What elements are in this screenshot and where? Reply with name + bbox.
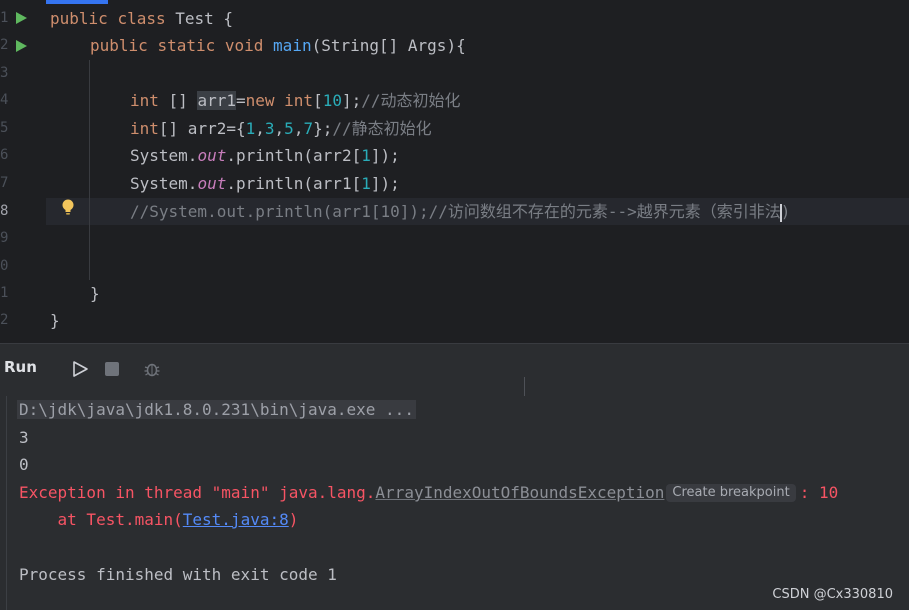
number-literal: 5 — [284, 119, 294, 138]
code-text: [ — [313, 91, 323, 110]
code-text: } — [50, 311, 60, 330]
stacktrace-line: at Test.main(Test.java:8) — [19, 506, 299, 533]
code-line-11[interactable]: } — [90, 280, 100, 307]
line-number: 6 — [0, 147, 8, 163]
number-literal: 10 — [322, 91, 342, 110]
exception-text: : 10 — [799, 483, 839, 502]
keyword: int — [130, 91, 159, 110]
line-number: 1 — [0, 285, 8, 301]
keyword: void — [224, 36, 264, 55]
keyword: new — [245, 91, 275, 110]
code-text: [] — [158, 91, 198, 110]
run-tool-window: Run D:\jdk\java\jdk1.8.0.231\bin\java.ex… — [0, 344, 909, 610]
code-text: , — [293, 119, 304, 138]
line-number: 3 — [0, 65, 8, 81]
watermark: CSDN @Cx330810 — [772, 587, 893, 602]
code-text: [] arr2={ — [158, 119, 246, 138]
comment: //静态初始化 — [332, 119, 432, 138]
code-text: System. — [130, 146, 198, 165]
number-literal: 1 — [361, 174, 371, 193]
run-class-icon[interactable] — [14, 11, 28, 25]
comment: //System.out.println(arr1[10]);//访问数组不存在… — [130, 202, 781, 221]
line-number: 4 — [0, 92, 8, 108]
stop-icon[interactable] — [103, 360, 121, 378]
run-panel-title[interactable]: Run — [4, 358, 37, 376]
code-text: , — [274, 119, 285, 138]
run-toolbar: Run — [0, 344, 909, 397]
lightbulb-icon[interactable] — [60, 198, 76, 216]
line-number: 1 — [0, 10, 8, 26]
console-line: 3 — [19, 428, 29, 447]
console-line: 0 — [19, 455, 29, 474]
console-output[interactable]: D:\jdk\java\jdk1.8.0.231\bin\java.exe ..… — [0, 396, 909, 610]
code-line-6[interactable]: System.out.println(arr2[1]); — [130, 142, 400, 169]
number-literal: 1 — [245, 119, 256, 138]
exception-class-link[interactable]: ArrayIndexOutOfBoundsException — [375, 483, 664, 502]
code-text: ]); — [370, 174, 400, 193]
exception-line: Exception in thread "main" java.lang.Arr… — [19, 479, 838, 506]
method-name: main — [273, 36, 312, 55]
exception-text: Exception in thread "main" java.lang. — [19, 483, 376, 502]
keyword: int — [130, 119, 159, 138]
code-editor[interactable]: 1 2 3 4 5 6 7 8 9 0 1 2 public class Tes… — [0, 0, 909, 343]
code-line-8[interactable]: //System.out.println(arr1[10]);//访问数组不存在… — [130, 198, 790, 225]
keyword: public — [50, 9, 108, 28]
code-text: }; — [313, 119, 333, 138]
run-main-icon[interactable] — [14, 39, 28, 53]
code-text: Test { — [165, 9, 234, 28]
code-line-1[interactable]: public class Test { — [50, 5, 233, 32]
line-number: 9 — [0, 230, 8, 246]
code-text: System. — [130, 174, 198, 193]
number-literal: 1 — [361, 146, 371, 165]
debug-icon[interactable] — [143, 360, 161, 378]
number-literal: 7 — [303, 119, 314, 138]
play-icon[interactable] — [71, 360, 89, 378]
stacktrace-text: ) — [288, 510, 299, 529]
highlighted-variable: arr1 — [197, 91, 236, 110]
toolbar-separator — [524, 377, 525, 397]
line-number: 5 — [0, 120, 8, 136]
code-text: } — [90, 284, 100, 303]
stacktrace-text: at Test.main( — [19, 510, 183, 529]
line-number: 2 — [0, 312, 8, 328]
comment: ) — [780, 202, 791, 221]
keyword: public — [90, 36, 148, 55]
code-line-12[interactable]: } — [50, 307, 60, 334]
create-breakpoint-button[interactable]: Create breakpoint — [666, 484, 796, 502]
static-field: out — [197, 146, 227, 165]
process-finished-line: Process finished with exit code 1 — [19, 565, 337, 584]
keyword: static — [157, 36, 216, 55]
code-text: (String[] Args){ — [311, 36, 466, 55]
line-number: 2 — [0, 37, 8, 53]
code-line-7[interactable]: System.out.println(arr1[1]); — [130, 170, 400, 197]
keyword: int — [284, 91, 314, 110]
code-line-5[interactable]: int[] arr2={1,3,5,7};//静态初始化 — [130, 115, 432, 142]
comment: //动态初始化 — [361, 91, 461, 110]
indent-guide — [89, 60, 90, 280]
line-number: 8 — [0, 203, 8, 219]
keyword: class — [117, 9, 166, 28]
console-left-border — [6, 396, 7, 610]
command-line[interactable]: D:\jdk\java\jdk1.8.0.231\bin\java.exe ..… — [17, 400, 416, 419]
line-gutter[interactable]: 1 2 3 4 5 6 7 8 9 0 1 2 — [0, 0, 46, 343]
source-link[interactable]: Test.java:8 — [183, 510, 289, 529]
code-text: = — [235, 91, 246, 110]
code-text: .println(arr2[ — [226, 146, 362, 165]
static-field: out — [197, 174, 227, 193]
code-text: , — [255, 119, 265, 138]
console-line: D:\jdk\java\jdk1.8.0.231\bin\java.exe ..… — [17, 396, 416, 423]
code-line-4[interactable]: int [] arr1=new int[10];//动态初始化 — [130, 87, 461, 114]
number-literal: 3 — [264, 119, 275, 138]
code-line-2[interactable]: public static void main(String[] Args){ — [90, 32, 466, 59]
line-number: 7 — [0, 175, 8, 191]
line-number: 0 — [0, 258, 8, 274]
code-text: .println(arr1[ — [226, 174, 362, 193]
code-text: ]); — [370, 146, 400, 165]
code-text: ]; — [341, 91, 362, 110]
